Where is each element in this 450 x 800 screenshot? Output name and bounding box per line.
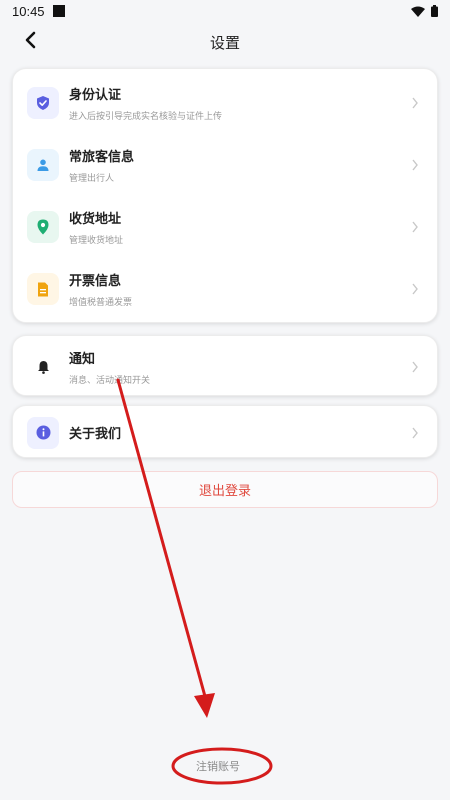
icon-box [27, 273, 59, 305]
settings-item-label: 通知 [69, 351, 96, 367]
annotation-arrow-head [194, 693, 215, 718]
settings-item-description: 消息、活动通知开关 [69, 375, 151, 386]
cancel-account-link[interactable]: 注销账号 [196, 758, 240, 774]
chevron-right-icon [412, 159, 418, 171]
settings-item-label: 身份认证 [69, 88, 122, 103]
chevron-right-icon [412, 97, 418, 109]
person-icon [37, 159, 49, 171]
back-arrow-icon[interactable] [22, 30, 42, 50]
bell-icon [37, 360, 49, 374]
icon-box [27, 87, 59, 119]
settings-item-label: 常旅客信息 [69, 150, 135, 165]
settings-item-label: 收货地址 [69, 212, 122, 227]
location-pin-icon [37, 219, 49, 235]
settings-item-description: 管理出行人 [69, 174, 115, 184]
settings-item-invoice[interactable]: 开票信息 增值税普通发票 [13, 258, 437, 320]
info-icon [36, 425, 50, 440]
icon-box [27, 416, 59, 449]
chevron-right-icon [412, 283, 418, 295]
settings-item-description: 管理收货地址 [69, 236, 124, 246]
page-title: 设置 [209, 33, 240, 52]
nav-bar: 设置 [0, 22, 450, 62]
notification-app-icon [52, 5, 65, 17]
settings-item-label: 关于我们 [69, 427, 122, 442]
settings-item-identity[interactable]: 身份认证 进入后按引导完成实名核验与证件上传 [13, 72, 437, 134]
icon-box [27, 211, 59, 243]
settings-item-frequent-travelers[interactable]: 常旅客信息 管理出行人 [13, 134, 437, 196]
settings-item-label: 开票信息 [69, 274, 122, 289]
settings-item-description: 进入后按引导完成实名核验与证件上传 [69, 112, 223, 122]
wifi-icon [411, 6, 425, 17]
settings-item-shipping-address[interactable]: 收货地址 管理收货地址 [13, 196, 437, 258]
chevron-right-icon [412, 221, 418, 233]
settings-item-description: 增值税普通发票 [69, 298, 133, 308]
status-time: 10:45 [12, 3, 45, 19]
icon-box [27, 351, 59, 383]
logout-button-label: 退出登录 [198, 484, 251, 499]
chevron-right-icon [412, 427, 418, 438]
account-settings-card: 身份认证 进入后按引导完成实名核验与证件上传 常旅客信息 管理出行人 收货地址 … [12, 68, 438, 323]
notification-card: 通知 消息、活动通知开关 [12, 335, 438, 396]
about-card: 关于我们 [12, 405, 438, 458]
settings-item-about-us[interactable]: 关于我们 [13, 406, 437, 459]
logout-button[interactable]: 退出登录 [12, 471, 438, 508]
settings-item-notifications[interactable]: 通知 消息、活动通知开关 [13, 336, 437, 397]
status-bar: 10:45 [0, 0, 450, 22]
icon-box [27, 149, 59, 181]
document-icon [38, 282, 48, 296]
battery-icon [431, 5, 438, 17]
shield-check-icon [37, 96, 49, 110]
chevron-right-icon [412, 361, 418, 372]
